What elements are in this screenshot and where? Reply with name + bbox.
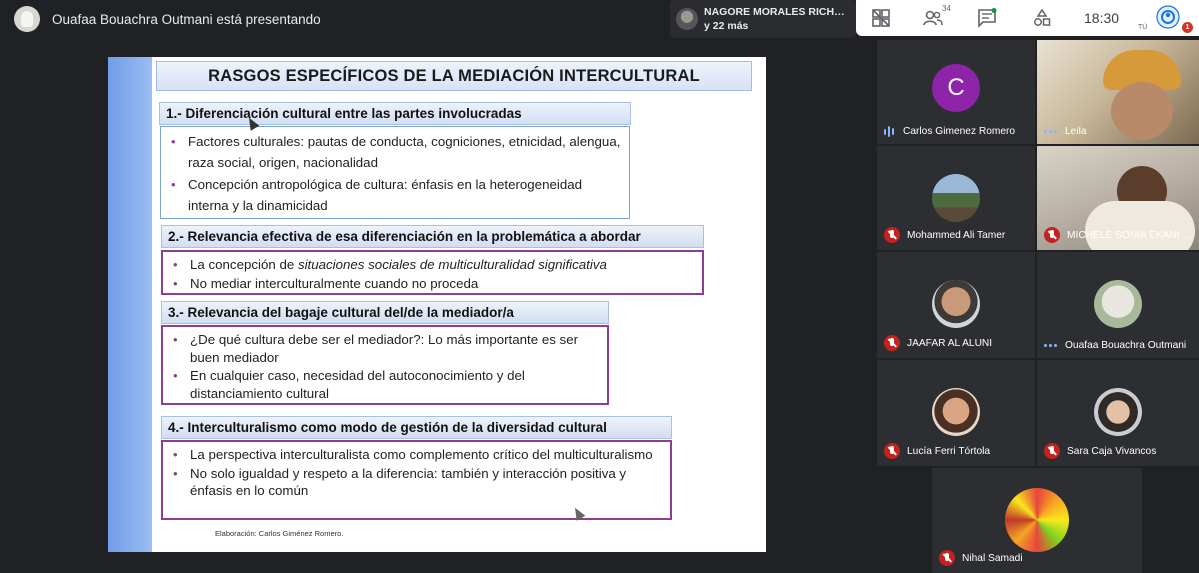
participant-photo-avatar <box>1094 388 1142 436</box>
presenter-text: Ouafaa Bouachra Outmani está presentando <box>52 11 321 27</box>
participant-tile[interactable]: JAAFAR AL ALUNI <box>877 252 1035 358</box>
participant-photo-avatar <box>1094 280 1142 328</box>
section-2-item-1-emphasis: situaciones sociales de multiculturalida… <box>297 257 607 272</box>
section-3-item-1: ¿De qué cultura debe ser el mediador?: L… <box>169 331 601 366</box>
participant-photo-avatar <box>932 388 980 436</box>
section-1-item-1: Factores culturales: pautas de conducta,… <box>167 131 623 173</box>
slide-title: RASGOS ESPECÍFICOS DE LA MEDIACIÓN INTER… <box>208 66 700 85</box>
slide-title-box: RASGOS ESPECÍFICOS DE LA MEDIACIÓN INTER… <box>156 61 752 91</box>
participants-chip[interactable]: NAGORE MORALES RICH… y 22 más <box>670 0 856 38</box>
clock-time: 18:30 <box>1084 10 1120 26</box>
participant-tile[interactable]: Lucía Ferri Tórtola <box>877 360 1035 466</box>
participant-name: Nihal Samadi <box>962 552 1023 564</box>
mic-off-icon <box>1044 227 1060 243</box>
presenter-banner: Ouafaa Bouachra Outmani está presentando <box>14 6 321 32</box>
participant-photo-avatar <box>1005 488 1069 552</box>
section-2-item-1-prefix: La concepción de <box>190 257 298 272</box>
notification-badge: 1 <box>1182 22 1193 33</box>
participant-tile[interactable]: MICHELE SONIA EKANI … <box>1037 146 1199 250</box>
section-2-item-2: No mediar interculturalmente cuando no p… <box>169 275 696 293</box>
participant-name-row: Mohammed Ali Tamer <box>884 227 1005 243</box>
people-icon[interactable] <box>922 7 944 29</box>
participant-avatar-icon <box>676 8 698 30</box>
participant-name-row: Sara Caja Vivancos <box>1044 443 1156 459</box>
participant-name: Leila <box>1065 126 1087 137</box>
participant-name: Sara Caja Vivancos <box>1067 445 1157 457</box>
participant-name-row: Leila <box>1044 126 1087 137</box>
section-3-heading: 3.- Relevancia del bagaje cultural del/d… <box>161 301 609 324</box>
participant-photo-avatar <box>932 280 980 328</box>
participant-tile[interactable]: Sara Caja Vivancos <box>1037 360 1199 466</box>
audio-dots-icon <box>1044 130 1058 133</box>
section-4-body: La perspectiva interculturalista como co… <box>161 440 672 520</box>
section-4-item-2: No solo igualdad y respeto a la diferenc… <box>169 465 664 500</box>
section-3-item-2: En cualquier caso, necesidad del autocon… <box>169 367 601 402</box>
meet-window: Ouafaa Bouachra Outmani está presentando… <box>0 0 1199 573</box>
section-3-body: ¿De qué cultura debe ser el mediador?: L… <box>161 325 609 405</box>
mic-off-icon <box>884 335 900 351</box>
participant-name-row: Lucía Ferri Tórtola <box>884 443 990 459</box>
presented-slide: RASGOS ESPECÍFICOS DE LA MEDIACIÓN INTER… <box>108 57 766 552</box>
participant-name-row: MICHELE SONIA EKANI … <box>1044 227 1193 243</box>
audio-dots-icon <box>1044 344 1058 347</box>
shapes-icon[interactable] <box>1031 7 1053 29</box>
presenter-avatar-icon <box>14 6 40 32</box>
participant-tile[interactable]: Leila <box>1037 40 1199 144</box>
user-account-icon[interactable] <box>1156 5 1180 29</box>
section-4-item-1: La perspectiva interculturalista como co… <box>169 446 664 464</box>
participant-initial-avatar: C <box>932 64 980 112</box>
participant-name-row: Ouafaa Bouachra Outmani <box>1044 340 1186 351</box>
people-count: 34 <box>942 4 951 13</box>
section-2-item-1: La concepción de situaciones sociales de… <box>169 256 696 274</box>
participant-name: MICHELE SONIA EKANI … <box>1067 229 1193 241</box>
section-2-body: La concepción de situaciones sociales de… <box>161 250 704 295</box>
mic-off-icon <box>1044 443 1060 459</box>
participants-chip-more: y 22 más <box>704 20 749 32</box>
mic-off-icon <box>884 443 900 459</box>
meeting-toolbar: 34 18:30 TÚ 1 <box>856 0 1199 36</box>
section-1-heading: 1.- Diferenciación cultural entre las pa… <box>159 102 631 125</box>
participant-name-row: Nihal Samadi <box>939 550 1023 566</box>
chat-icon[interactable] <box>976 7 998 29</box>
participant-name: Mohammed Ali Tamer <box>907 229 1006 241</box>
participant-name: Ouafaa Bouachra Outmani <box>1065 340 1187 351</box>
participant-photo-avatar <box>932 174 980 222</box>
slide-side-stripe <box>108 57 152 552</box>
participant-tile[interactable]: Nihal Samadi <box>932 468 1142 573</box>
participant-name: Carlos Gimenez Romero <box>903 126 1016 137</box>
activities-icon[interactable] <box>870 7 892 29</box>
section-1-body: Factores culturales: pautas de conducta,… <box>160 126 630 219</box>
you-label: TÚ <box>1138 24 1148 31</box>
slide-credit: Elaboración: Carlos Giménez Romero. <box>215 529 344 538</box>
participant-name: Lucía Ferri Tórtola <box>907 445 991 457</box>
participant-name-row: JAAFAR AL ALUNI <box>884 335 992 351</box>
participant-tile[interactable]: C Carlos Gimenez Romero <box>877 40 1035 144</box>
mic-off-icon <box>939 550 955 566</box>
mic-off-icon <box>884 227 900 243</box>
participants-chip-name: NAGORE MORALES RICH… <box>704 6 845 18</box>
participant-tile[interactable]: Ouafaa Bouachra Outmani <box>1037 252 1199 358</box>
participant-name: JAAFAR AL ALUNI <box>907 337 993 349</box>
section-4-heading: 4.- Interculturalismo como modo de gesti… <box>161 416 672 439</box>
section-1-item-2: Concepción antropológica de cultura: énf… <box>167 174 623 216</box>
participant-video-face <box>1111 82 1173 140</box>
participant-tile[interactable]: Mohammed Ali Tamer <box>877 146 1035 250</box>
participant-name-row: Carlos Gimenez Romero <box>884 126 1015 137</box>
section-2-heading: 2.- Relevancia efectiva de esa diferenci… <box>161 225 704 248</box>
speaking-indicator-icon <box>884 126 896 137</box>
